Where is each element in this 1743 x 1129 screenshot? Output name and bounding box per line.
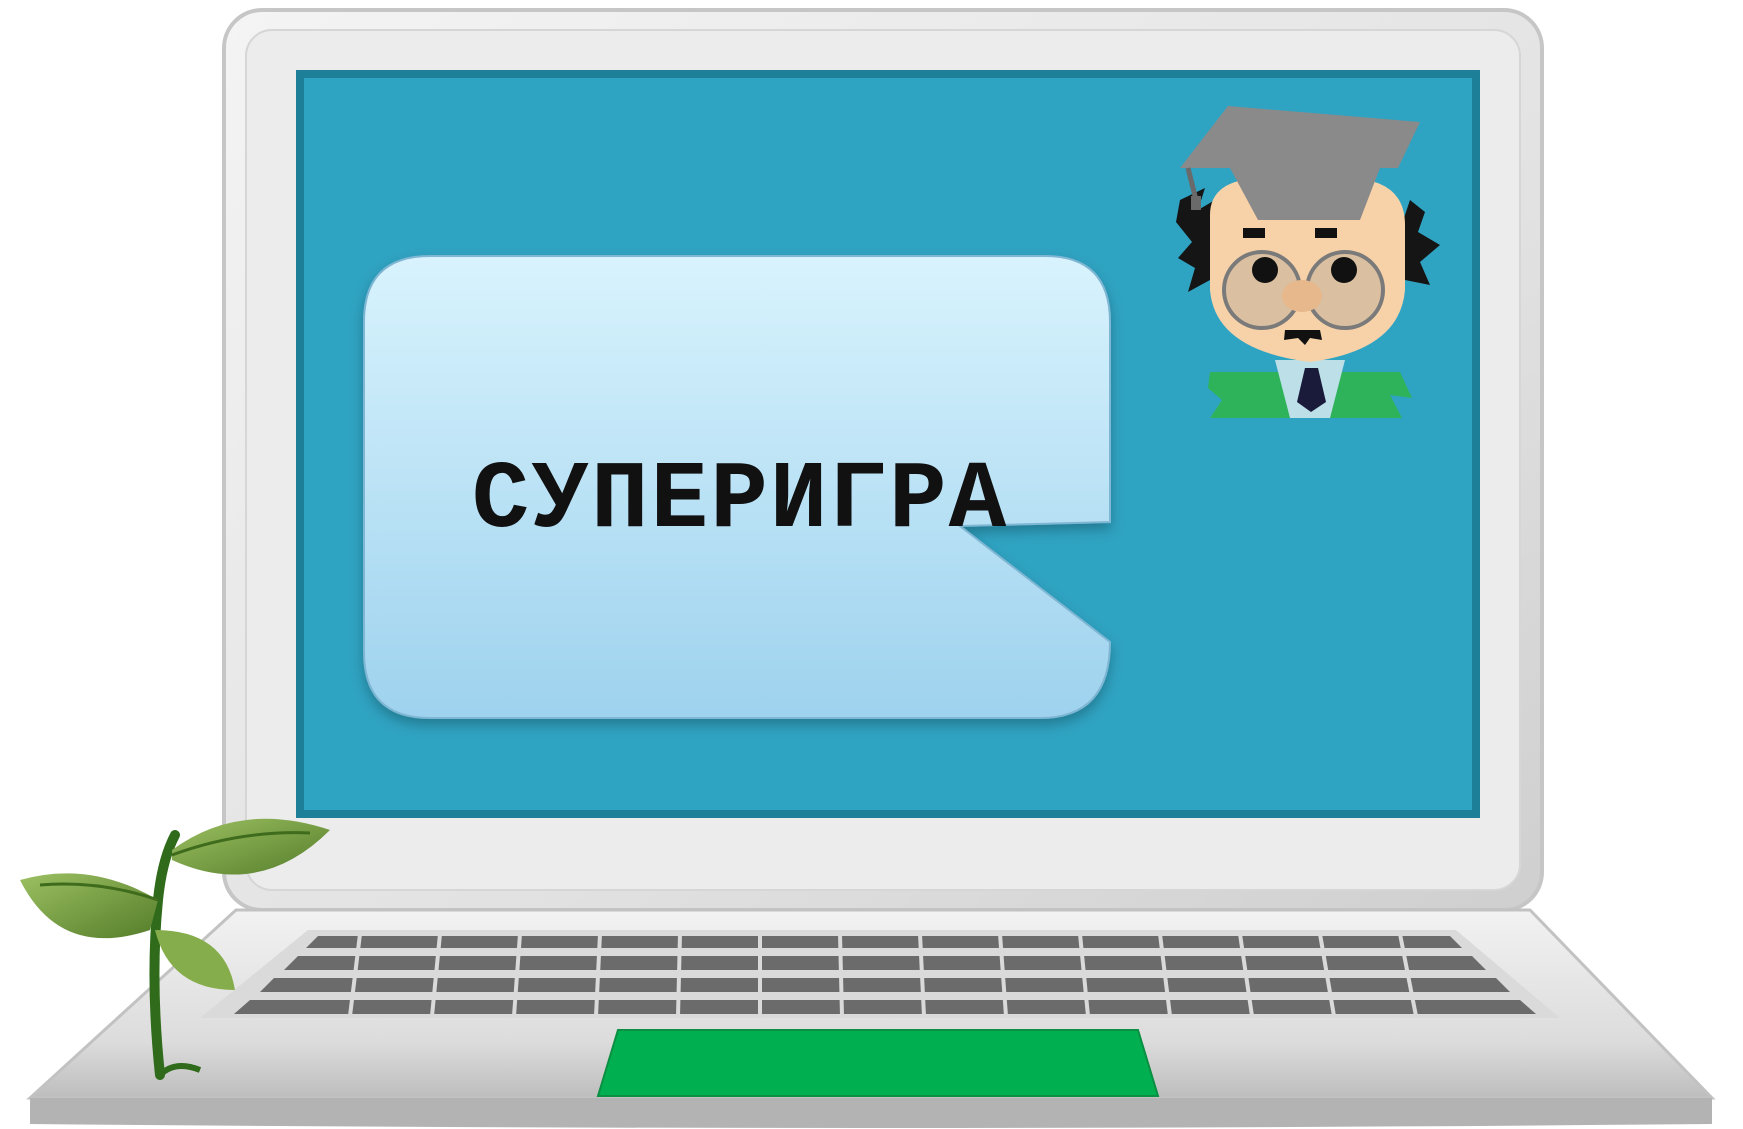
slide-scene: СУПЕРИГРА — [0, 0, 1743, 1129]
trackpad-button[interactable] — [598, 1030, 1158, 1096]
laptop-icon — [20, 8, 1716, 1128]
slide-title: СУПЕРИГРА — [471, 445, 1009, 555]
